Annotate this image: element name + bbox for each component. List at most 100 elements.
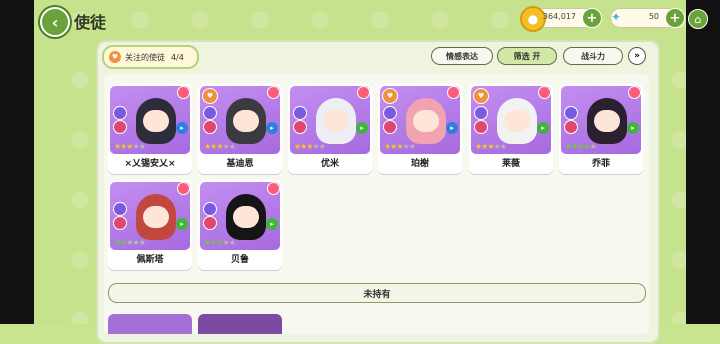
flower-icon — [267, 86, 280, 99]
home-icon: ⌂ — [694, 12, 702, 26]
servant-name: 珀榭 — [410, 159, 429, 169]
element-icon — [474, 106, 488, 120]
back-button[interactable]: ‹ — [40, 7, 70, 37]
element-icon — [203, 106, 217, 120]
character-face — [143, 110, 169, 132]
letterbox-right — [686, 0, 720, 324]
servant-card[interactable]: ▸ ★★★★★ 贝鲁 — [198, 180, 282, 270]
servant-name: 贝鲁 — [230, 255, 249, 265]
flower-icon — [447, 86, 460, 99]
servant-name: 基迪恩 — [226, 159, 254, 169]
star-icon: ★ — [228, 238, 236, 247]
heart-icon: ♥ — [473, 88, 489, 104]
servant-card[interactable]: ▸ ★★★★★ 佩斯塔 — [108, 180, 192, 270]
character-face — [143, 206, 169, 228]
flower-icon — [538, 86, 551, 99]
chevron-right-icon: ▸ — [266, 218, 278, 230]
flower-icon — [177, 86, 190, 99]
page-title: 使徒 — [74, 13, 107, 32]
star-rating: ★★★★★ — [204, 142, 236, 151]
gem-icon: ✦ — [610, 10, 622, 24]
star-icon: ★ — [499, 142, 507, 151]
chevron-right-icon: ▸ — [446, 122, 458, 134]
chevron-right-icon: ▸ — [176, 122, 188, 134]
element-icon — [203, 202, 217, 216]
coin-counter: ● 364,017 + — [520, 6, 602, 32]
star-rating: ★★★★★ — [475, 142, 507, 151]
servant-name: 莱薇 — [501, 159, 520, 169]
element-icon — [383, 106, 397, 120]
servant-card[interactable]: ♥ ▸ ★★★★★ 莱薇 — [469, 84, 553, 174]
servant-card[interactable]: ▸ ★★★★★ 优米 — [288, 84, 372, 174]
skill-icon — [113, 120, 127, 134]
coin-value: 364,017 — [542, 12, 576, 21]
skill-icon — [203, 120, 217, 134]
chevron-right-icon: ▸ — [627, 122, 639, 134]
gem-counter: ✦ 50 + — [610, 8, 685, 28]
servant-card[interactable]: ♥ ▸ ★★★★★ 基迪恩 — [198, 84, 282, 174]
skill-icon — [383, 120, 397, 134]
gem-value: 50 — [648, 12, 659, 21]
character-face — [233, 206, 259, 228]
filter-toggle-button[interactable]: 筛选 开 — [497, 47, 557, 65]
character-face — [504, 110, 530, 132]
servant-name: 优米 — [320, 159, 339, 169]
power-sort-button[interactable]: 战斗力 — [563, 47, 623, 65]
favorite-count: 4/4 — [171, 52, 184, 62]
character-face — [413, 110, 439, 132]
star-rating: ★★★★★ — [294, 142, 326, 151]
favorite-label: 关注的使徒 — [125, 52, 165, 62]
skill-icon — [293, 120, 307, 134]
emotion-button[interactable]: 情感表达 — [431, 47, 493, 65]
heart-icon: ♥ — [382, 88, 398, 104]
servant-card[interactable]: ▸ ★★★★★ 乔菲 — [559, 84, 643, 174]
back-arrow-icon: ‹ — [51, 12, 59, 32]
element-icon — [113, 202, 127, 216]
element-icon — [564, 106, 578, 120]
star-icon: ★ — [138, 238, 146, 247]
star-rating: ★★★★★ — [114, 142, 146, 151]
skill-icon — [564, 120, 578, 134]
not-owned-divider[interactable]: 未持有 — [108, 283, 646, 303]
flower-icon — [177, 182, 190, 195]
chevron-right-icon: ▸ — [176, 218, 188, 230]
home-button[interactable]: ⌂ — [688, 9, 708, 29]
flower-icon — [628, 86, 641, 99]
flower-icon — [357, 86, 370, 99]
character-face — [323, 110, 349, 132]
star-icon: ★ — [138, 142, 146, 151]
add-coins-button[interactable]: + — [582, 8, 602, 28]
star-icon: ★ — [408, 142, 416, 151]
chevron-right-icon: ▸ — [266, 122, 278, 134]
flower-icon — [267, 182, 280, 195]
peek-card — [108, 314, 192, 334]
skill-icon — [113, 216, 127, 230]
expand-icon[interactable]: » — [628, 47, 646, 65]
character-face — [594, 110, 620, 132]
heart-icon: ♥ — [109, 51, 121, 63]
chevron-right-icon: ▸ — [537, 122, 549, 134]
star-icon: ★ — [228, 142, 236, 151]
servant-card[interactable]: ▸ ★★★★★ ×乂锡安乂× — [108, 84, 192, 174]
skill-icon — [474, 120, 488, 134]
element-icon — [113, 106, 127, 120]
heart-icon: ♥ — [202, 88, 218, 104]
add-gems-button[interactable]: + — [665, 8, 685, 28]
star-rating: ★★★★★ — [114, 238, 146, 247]
letterbox-left — [0, 0, 34, 324]
star-rating: ★★★★★ — [565, 142, 597, 151]
servant-name: 乔菲 — [591, 159, 610, 169]
servant-name: ×乂锡安乂× — [124, 159, 176, 169]
favorite-servants-tab[interactable]: ♥ 关注的使徒 4/4 — [102, 45, 199, 69]
chevron-right-icon: ▸ — [356, 122, 368, 134]
character-face — [233, 110, 259, 132]
star-icon: ★ — [318, 142, 326, 151]
star-rating: ★★★★★ — [384, 142, 416, 151]
star-icon: ★ — [589, 142, 597, 151]
star-rating: ★★★★★ — [204, 238, 236, 247]
servant-name: 佩斯塔 — [136, 255, 164, 265]
peek-card — [198, 314, 282, 334]
servant-card[interactable]: ♥ ▸ ★★★★★ 珀榭 — [378, 84, 462, 174]
element-icon — [293, 106, 307, 120]
skill-icon — [203, 216, 217, 230]
